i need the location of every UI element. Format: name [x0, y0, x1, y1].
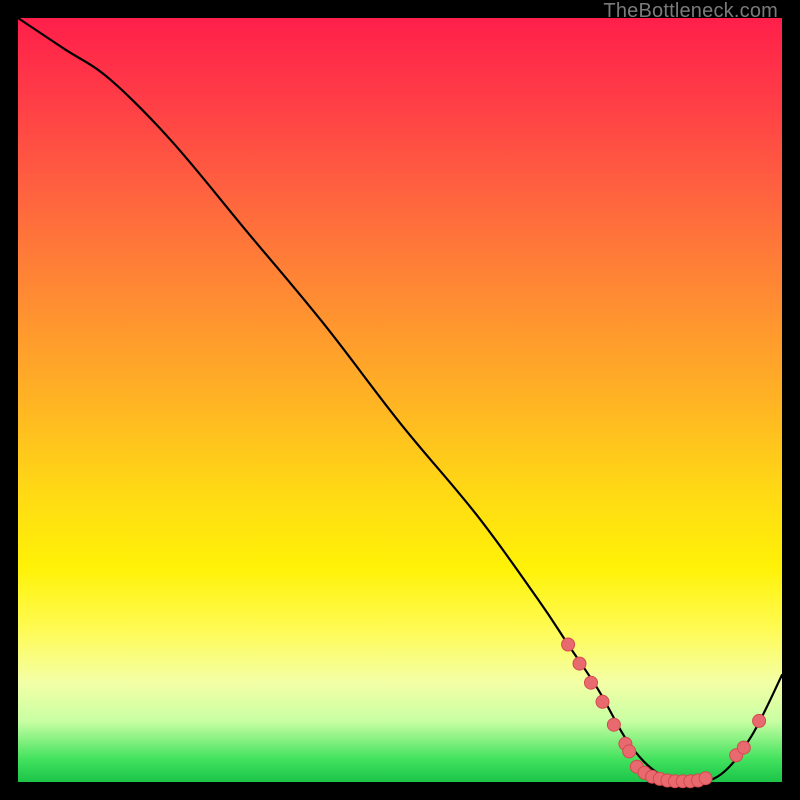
- data-marker: [573, 657, 586, 670]
- data-marker: [596, 695, 609, 708]
- bottleneck-curve-line: [18, 18, 782, 782]
- data-marker: [699, 772, 712, 785]
- bottleneck-curve-markers: [562, 638, 766, 788]
- data-marker: [562, 638, 575, 651]
- data-marker: [607, 718, 620, 731]
- data-marker: [585, 676, 598, 689]
- chart-frame: TheBottleneck.com: [0, 0, 800, 800]
- data-marker: [623, 745, 636, 758]
- plot-area: [18, 18, 782, 782]
- chart-svg: [18, 18, 782, 782]
- data-marker: [753, 714, 766, 727]
- data-marker: [737, 741, 750, 754]
